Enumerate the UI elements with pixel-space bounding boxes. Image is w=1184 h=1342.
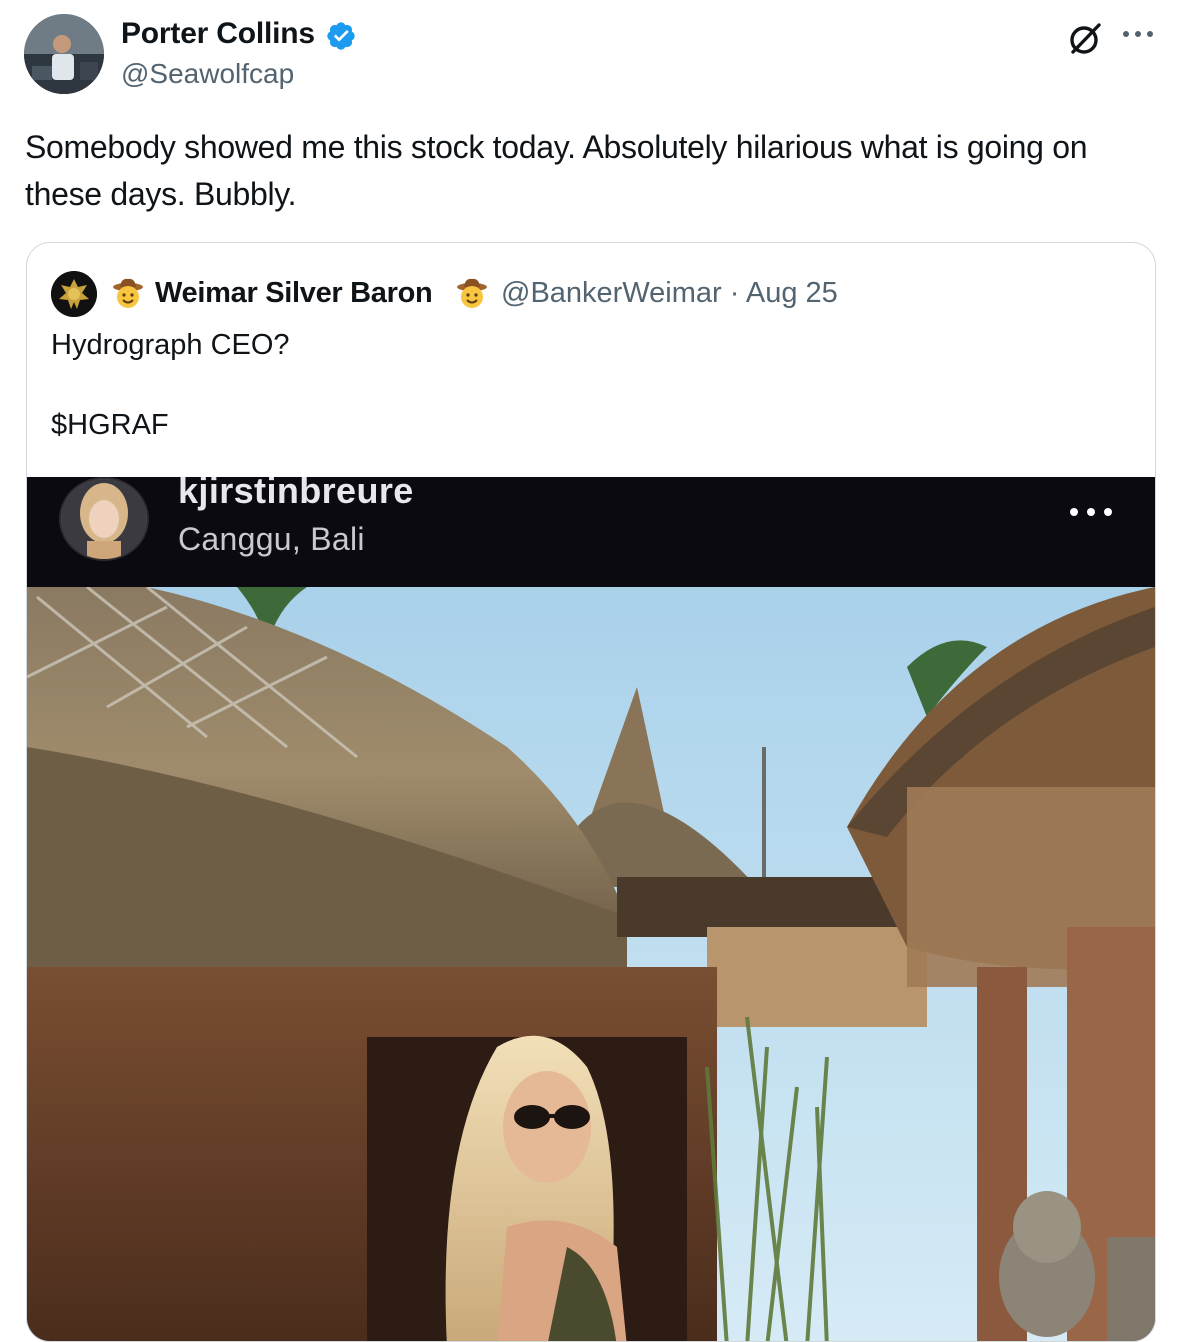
cowboy-hat-face-emoji-icon: [113, 278, 143, 308]
instagram-username: kjirstinbreure: [178, 477, 414, 511]
more-horizontal-icon[interactable]: [1118, 20, 1158, 48]
author-avatar[interactable]: [24, 14, 104, 94]
quoted-media-image[interactable]: kjirstinbreure Canggu, Bali: [27, 477, 1155, 1341]
tweet-text: Somebody showed me this stock today. Abs…: [25, 129, 1088, 212]
grok-icon[interactable]: [1066, 20, 1104, 58]
quoted-tweet[interactable]: Weimar Silver Baron @BankerWeimar · Aug …: [26, 242, 1156, 1342]
verified-badge-icon: [327, 22, 355, 50]
quoted-tweet-text: Hydrograph CEO? $HGRAF: [51, 329, 290, 441]
cowboy-hat-face-emoji-icon: [457, 278, 487, 308]
instagram-more-icon: [1065, 499, 1117, 525]
quoted-author-handle-date[interactable]: @BankerWeimar · Aug 25: [501, 273, 838, 313]
photo-woman-thatched-huts: [27, 587, 1155, 1341]
author-name[interactable]: Porter Collins: [121, 14, 315, 54]
instagram-post-header: kjirstinbreure Canggu, Bali: [27, 477, 1155, 587]
quoted-author-name[interactable]: Weimar Silver Baron: [155, 273, 433, 313]
author-handle[interactable]: @Seawolfcap: [121, 56, 294, 92]
instagram-location: Canggu, Bali: [178, 521, 365, 557]
instagram-avatar: [59, 477, 149, 561]
quoted-author-avatar[interactable]: [51, 271, 97, 317]
